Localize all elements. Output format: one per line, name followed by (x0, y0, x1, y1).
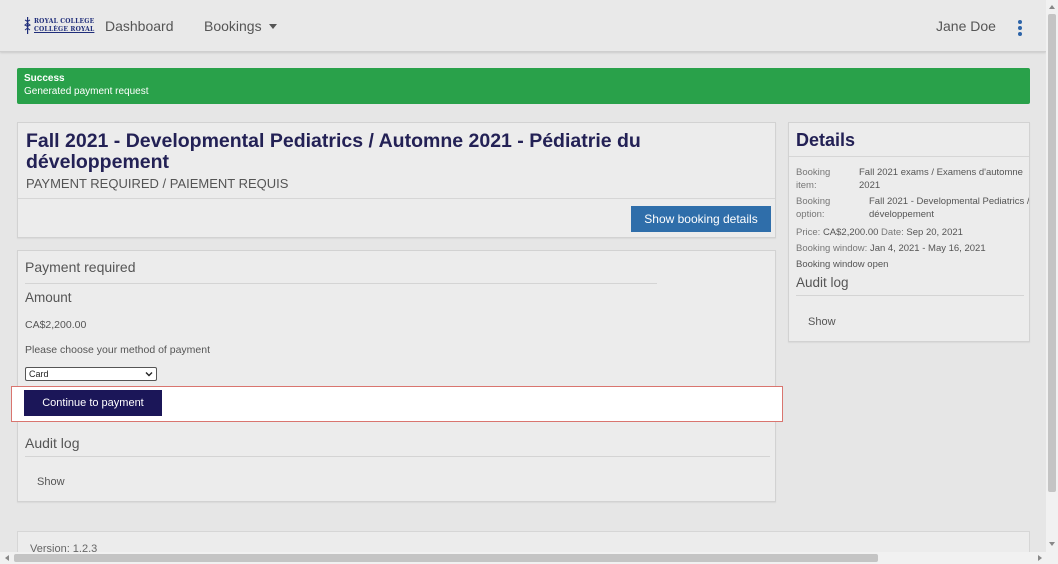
scroll-right-arrow-icon[interactable] (1038, 555, 1042, 561)
booking-window-row: Booking window: Jan 4, 2021 - May 16, 20… (796, 242, 986, 255)
caret-down-icon (268, 24, 277, 29)
chevron-down-icon (145, 372, 153, 377)
booking-option-value-line2: développement (869, 209, 934, 220)
price-label: Price: (796, 227, 821, 238)
price-value: CA$2,200.00 (822, 227, 879, 238)
amount-label: Amount (25, 290, 72, 305)
divider (796, 295, 1024, 296)
page-title: Fall 2021 - Developmental Pediatrics / A… (26, 130, 641, 173)
royal-college-logo[interactable]: ROYAL COLLEGE COLLÈGE ROYAL (24, 16, 94, 36)
booking-option-label: Booking option: (796, 196, 831, 220)
top-navbar: ROYAL COLLEGE COLLÈGE ROYAL Dashboard Bo… (0, 0, 1046, 52)
booking-item-label: Booking item: (796, 167, 831, 191)
scroll-left-arrow-icon[interactable] (5, 555, 9, 561)
alert-title: Success (24, 73, 65, 84)
details-heading: Details (796, 130, 856, 150)
booking-title-card: Fall 2021 - Developmental Pediatrics / A… (17, 122, 776, 238)
booking-window-status: Booking window open (796, 259, 889, 270)
scroll-down-arrow-icon[interactable] (1049, 542, 1055, 546)
nav-bookings-label: Bookings (204, 18, 262, 34)
divider (25, 456, 770, 457)
show-booking-details-button[interactable]: Show booking details (631, 206, 771, 232)
booking-status: PAYMENT REQUIRED / PAIEMENT REQUIS (26, 176, 289, 191)
details-card: Details Booking item: Fall 2021 exams / … (788, 122, 1030, 342)
logo-line-english: ROYAL COLLEGE (34, 18, 95, 25)
audit-log-heading: Audit log (25, 435, 80, 451)
logo-line-french: COLLÈGE ROYAL (34, 26, 95, 33)
booking-window-value: Jan 4, 2021 - May 16, 2021 (869, 243, 986, 254)
audit-log-show-link[interactable]: Show (37, 476, 65, 488)
payment-method-label: Please choose your method of payment (25, 344, 211, 356)
user-name[interactable]: Jane Doe (936, 18, 996, 34)
payment-heading: Payment required (25, 259, 136, 275)
payment-card: Payment required Amount CA$2,200.00 Plea… (17, 250, 776, 502)
continue-to-payment-button[interactable]: Continue to payment (24, 390, 162, 416)
alert-message: Generated payment request (24, 86, 149, 97)
date-value: Sep 20, 2021 (906, 227, 963, 238)
date-label: Date: (881, 227, 904, 238)
more-vertical-icon[interactable] (1014, 20, 1026, 36)
divider (25, 283, 657, 284)
nav-bookings-dropdown[interactable]: Bookings (204, 18, 277, 34)
amount-value: CA$2,200.00 (25, 319, 87, 331)
scroll-up-arrow-icon[interactable] (1049, 5, 1055, 9)
booking-item-value-line2: 2021 (859, 180, 881, 191)
details-audit-log-heading: Audit log (796, 275, 849, 290)
vertical-scrollbar-thumb[interactable] (1048, 14, 1056, 492)
success-alert: Success Generated payment request (17, 68, 1030, 104)
booking-window-label: Booking window: (796, 243, 868, 254)
divider (18, 198, 775, 199)
booking-item-value-line1: Fall 2021 exams / Examens d'automne (859, 167, 1023, 178)
payment-method-value: Card (29, 369, 49, 379)
price-date-row: Price: CA$2,200.00 Date: Sep 20, 2021 (796, 226, 963, 239)
details-audit-log-show-link[interactable]: Show (808, 316, 836, 328)
horizontal-scrollbar-thumb[interactable] (14, 554, 878, 562)
booking-option-value-line1: Fall 2021 - Developmental Pediatrics / (869, 196, 1030, 207)
payment-method-select[interactable]: Card (25, 367, 157, 381)
divider (789, 156, 1029, 157)
caduceus-icon (24, 17, 31, 34)
nav-dashboard-link[interactable]: Dashboard (105, 18, 174, 34)
